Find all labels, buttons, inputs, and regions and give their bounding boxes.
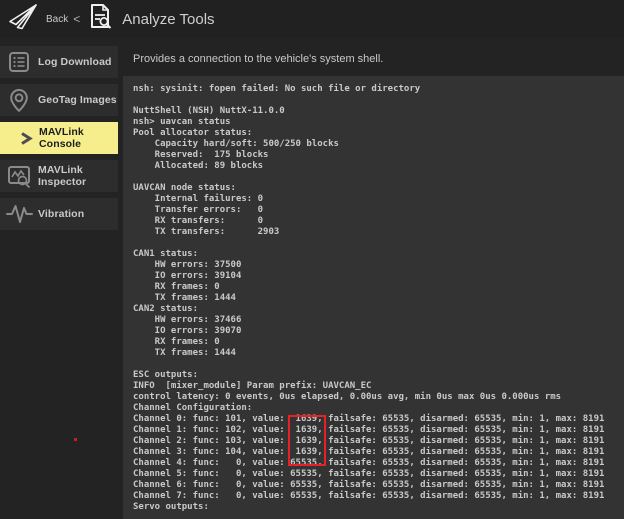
sidebar-item-log-download[interactable]: Log Download bbox=[0, 46, 118, 78]
chevron-right-icon bbox=[13, 131, 39, 146]
back-button[interactable]: Back bbox=[46, 14, 68, 25]
top-toolbar: Back < Analyze Tools bbox=[0, 0, 624, 38]
sidebar-item-label: MAVLink Console bbox=[39, 126, 84, 150]
qgroundcontrol-logo-icon bbox=[7, 3, 39, 36]
red-dot-marker bbox=[74, 438, 77, 441]
sidebar-item-label: Vibration bbox=[38, 208, 85, 220]
analyze-sidebar: Log Download GeoTag Images MAVLink Conso… bbox=[0, 46, 118, 236]
page-title: Analyze Tools bbox=[122, 10, 215, 28]
sidebar-item-mavlink-console[interactable]: MAVLink Console bbox=[0, 122, 118, 154]
console-description: Provides a connection to the vehicle's s… bbox=[133, 53, 384, 65]
console-text: nsh: sysinit: fopen failed: No such file… bbox=[133, 84, 605, 512]
sidebar-item-mavlink-inspector[interactable]: MAVLink Inspector bbox=[0, 160, 118, 192]
sidebar-item-label: GeoTag Images bbox=[38, 94, 117, 106]
vibration-waveform-icon bbox=[0, 204, 38, 224]
sidebar-item-vibration[interactable]: Vibration bbox=[0, 198, 118, 230]
inspector-chart-icon bbox=[0, 164, 38, 189]
back-chevron[interactable]: < bbox=[73, 12, 80, 26]
mavlink-console-output[interactable]: nsh: sysinit: fopen failed: No such file… bbox=[123, 76, 624, 519]
sidebar-item-geotag-images[interactable]: GeoTag Images bbox=[0, 84, 118, 116]
log-list-icon bbox=[0, 51, 38, 73]
analyze-tools-icon bbox=[87, 3, 114, 35]
geotag-pin-icon bbox=[0, 88, 38, 113]
sidebar-item-label: MAVLink Inspector bbox=[38, 164, 87, 188]
sidebar-item-label: Log Download bbox=[38, 56, 112, 68]
